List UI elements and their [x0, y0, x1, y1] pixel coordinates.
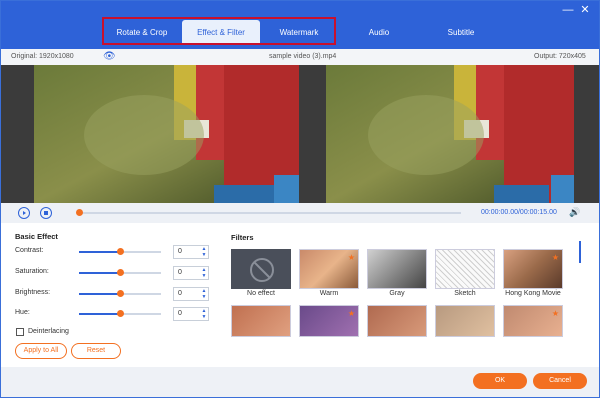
- filter-hong-kong-movie[interactable]: ★: [503, 249, 563, 289]
- filter-gray[interactable]: [367, 249, 427, 289]
- filter-item[interactable]: ★: [299, 305, 359, 337]
- value-input[interactable]: 0 ▲ ▼: [173, 266, 209, 280]
- original-video-frame: [34, 65, 299, 203]
- slider-label: Contrast:: [15, 247, 44, 254]
- preview-area: [1, 65, 599, 203]
- slider-knob[interactable]: [116, 248, 124, 255]
- minimize-icon[interactable]: —: [562, 4, 574, 16]
- basic-effect-title: Basic Effect: [15, 232, 58, 241]
- deinterlacing-label: Deinterlacing: [28, 328, 69, 335]
- value-text: 0: [178, 248, 182, 255]
- slider-row: Hue: 0 ▲ ▼: [15, 307, 215, 321]
- slider-knob[interactable]: [116, 310, 124, 317]
- stop-button[interactable]: [40, 207, 52, 219]
- filters-scrollbar[interactable]: [579, 241, 581, 263]
- filter-item[interactable]: [435, 305, 495, 337]
- progress-track[interactable]: [79, 212, 461, 214]
- star-icon: ★: [347, 309, 355, 318]
- output-resolution: Output: 720x405: [534, 53, 586, 60]
- spinner-icon[interactable]: ▲ ▼: [201, 308, 207, 320]
- apply-to-all-button[interactable]: Apply to All: [15, 343, 67, 359]
- filter-no-effect[interactable]: [231, 249, 291, 289]
- playback-controls: 00:00:00.00/00:00:15.00 🔊: [1, 203, 599, 223]
- effect-filter-window: — ✕ Rotate & Crop Effect & Filter Waterm…: [0, 0, 600, 398]
- filter-label-warm: Warm: [319, 290, 339, 297]
- tab-subtitle[interactable]: Subtitle: [433, 20, 489, 45]
- filter-label-no-effect: No effect: [247, 290, 275, 297]
- deinterlacing-checkbox[interactable]: [16, 328, 24, 336]
- slider-label: Brightness:: [15, 289, 51, 296]
- spinner-icon[interactable]: ▲ ▼: [201, 267, 207, 279]
- play-icon: [23, 211, 26, 215]
- filter-item[interactable]: [367, 305, 427, 337]
- spinner-icon[interactable]: ▲ ▼: [201, 246, 207, 258]
- no-effect-icon: [250, 258, 274, 282]
- slider-row: Saturation: 0 ▲ ▼: [15, 266, 215, 280]
- value-text: 0: [178, 310, 182, 317]
- filter-sketch[interactable]: [435, 249, 495, 289]
- tab-highlight-box: [102, 17, 336, 45]
- cancel-button[interactable]: Cancel: [533, 373, 587, 389]
- filter-label-hong-kong-movie: Hong Kong Movie: [505, 290, 561, 297]
- time-display: 00:00:00.00/00:00:15.00: [481, 209, 557, 216]
- eye-icon[interactable]: 👁: [103, 51, 116, 62]
- footer-bar: OK Cancel: [1, 367, 599, 397]
- play-button[interactable]: [18, 207, 30, 219]
- slider-knob[interactable]: [116, 290, 124, 297]
- slider-knob[interactable]: [116, 269, 124, 276]
- slider-fill: [79, 251, 120, 253]
- star-icon: ★: [551, 253, 559, 262]
- value-input[interactable]: 0 ▲ ▼: [173, 287, 209, 301]
- slider-fill: [79, 313, 120, 315]
- volume-icon[interactable]: 🔊: [569, 207, 580, 218]
- slider-row: Contrast: 0 ▲ ▼: [15, 245, 215, 259]
- close-icon[interactable]: ✕: [579, 4, 591, 16]
- slider-row: Brightness: 0 ▲ ▼: [15, 287, 215, 301]
- value-text: 0: [178, 269, 182, 276]
- slider-label: Saturation:: [15, 268, 49, 275]
- star-icon: ★: [347, 253, 355, 262]
- output-video-frame: [326, 65, 574, 203]
- stop-icon: [44, 211, 48, 215]
- value-input[interactable]: 0 ▲ ▼: [173, 307, 209, 321]
- value-input[interactable]: 0 ▲ ▼: [173, 245, 209, 259]
- ok-button[interactable]: OK: [473, 373, 527, 389]
- filter-item[interactable]: ★: [503, 305, 563, 337]
- filter-label-gray: Gray: [389, 290, 405, 297]
- filters-title: Filters: [231, 233, 254, 242]
- slider-label: Hue:: [15, 309, 30, 316]
- star-icon: ★: [551, 309, 559, 318]
- info-bar: Original: 1920x1080 👁 sample video (3).m…: [1, 49, 599, 65]
- tab-audio[interactable]: Audio: [351, 20, 407, 45]
- original-resolution: Original: 1920x1080: [11, 53, 74, 60]
- progress-knob[interactable]: [76, 209, 83, 216]
- reset-button[interactable]: Reset: [71, 343, 121, 359]
- slider-fill: [79, 293, 120, 295]
- value-text: 0: [178, 290, 182, 297]
- filter-warm[interactable]: ★: [299, 249, 359, 289]
- file-name: sample video (3).mp4: [269, 53, 337, 60]
- filter-label-sketch: Sketch: [454, 290, 476, 297]
- slider-fill: [79, 272, 120, 274]
- spinner-icon[interactable]: ▲ ▼: [201, 288, 207, 300]
- filter-item[interactable]: [231, 305, 291, 337]
